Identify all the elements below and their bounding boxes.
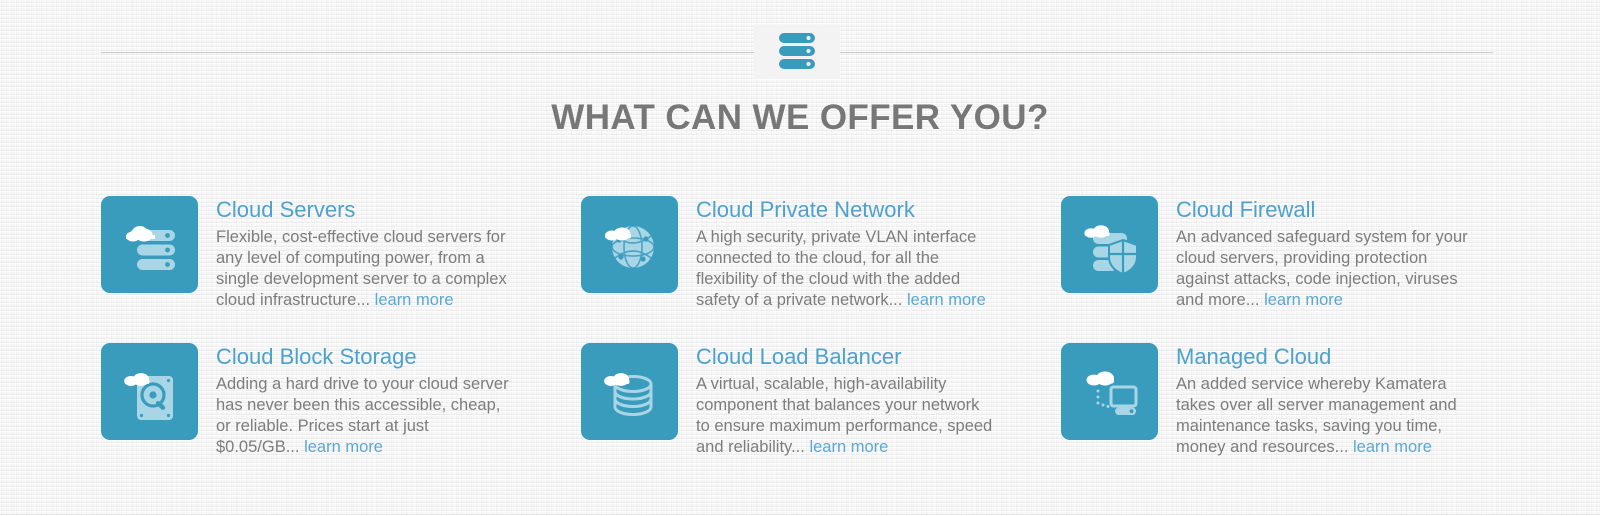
feature-description: Adding a hard drive to your cloud server… (216, 374, 516, 458)
feature-title: Managed Cloud (1176, 344, 1332, 369)
feature-body: Cloud Load Balancer A virtual, scalable,… (696, 343, 996, 458)
section-divider (101, 25, 1493, 79)
feature-description-text: Flexible, cost-effective cloud servers f… (216, 228, 507, 309)
section-heading: WHAT CAN WE OFFER YOU? (551, 98, 1049, 137)
feature-card-cloud-load-balancer[interactable]: Cloud Load Balancer A virtual, scalable,… (581, 343, 1061, 473)
learn-more-link[interactable]: learn more (907, 291, 986, 309)
features-grid: Cloud Servers Flexible, cost-effective c… (101, 196, 1495, 473)
feature-title: Cloud Servers (216, 197, 356, 222)
feature-card-cloud-servers[interactable]: Cloud Servers Flexible, cost-effective c… (101, 196, 581, 343)
feature-title: Cloud Private Network (696, 197, 915, 222)
feature-body: Managed Cloud An added service whereby K… (1176, 343, 1476, 458)
feature-body: Cloud Firewall An advanced safeguard sys… (1176, 196, 1476, 311)
feature-card-cloud-block-storage[interactable]: Cloud Block Storage Adding a hard drive … (101, 343, 581, 473)
cloud-monitor-icon (1061, 343, 1158, 440)
feature-description: Flexible, cost-effective cloud servers f… (216, 227, 516, 311)
feature-body: Cloud Private Network A high security, p… (696, 196, 996, 311)
feature-card-cloud-private-network[interactable]: Cloud Private Network A high security, p… (581, 196, 1061, 343)
feature-title: Cloud Load Balancer (696, 344, 902, 369)
feature-body: Cloud Block Storage Adding a hard drive … (216, 343, 516, 458)
feature-title: Cloud Block Storage (216, 344, 417, 369)
feature-card-cloud-firewall[interactable]: Cloud Firewall An advanced safeguard sys… (1061, 196, 1495, 343)
feature-description: A high security, private VLAN interface … (696, 227, 996, 311)
feature-body: Cloud Servers Flexible, cost-effective c… (216, 196, 516, 311)
learn-more-link[interactable]: learn more (1264, 291, 1343, 309)
cloud-database-icon (581, 343, 678, 440)
cloud-server-icon (101, 196, 198, 293)
feature-description: An added service whereby Kamatera takes … (1176, 374, 1476, 458)
feature-card-managed-cloud[interactable]: Managed Cloud An added service whereby K… (1061, 343, 1495, 473)
learn-more-link[interactable]: learn more (304, 438, 383, 456)
feature-description: A virtual, scalable, high-availability c… (696, 374, 996, 458)
learn-more-link[interactable]: learn more (375, 291, 454, 309)
learn-more-link[interactable]: learn more (1353, 438, 1432, 456)
cloud-network-globe-icon (581, 196, 678, 293)
cloud-harddrive-icon (101, 343, 198, 440)
offerings-section: WHAT CAN WE OFFER YOU? Cloud Servers Fle… (0, 0, 1600, 516)
feature-title: Cloud Firewall (1176, 197, 1316, 222)
server-stack-icon (754, 25, 840, 79)
learn-more-link[interactable]: learn more (809, 438, 888, 456)
feature-description: An advanced safeguard system for your cl… (1176, 227, 1476, 311)
cloud-shield-icon (1061, 196, 1158, 293)
